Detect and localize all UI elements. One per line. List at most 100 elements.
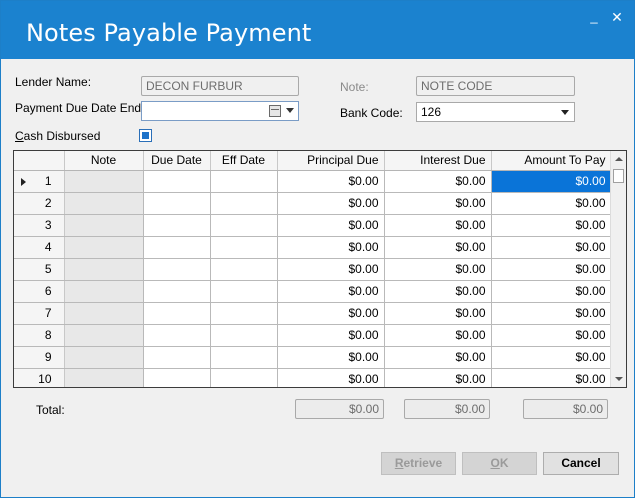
minimize-button[interactable]: _ — [584, 7, 604, 27]
table-row[interactable]: 10 $0.00 $0.00 $0.00 — [14, 368, 612, 387]
cell-due-date[interactable] — [143, 368, 211, 387]
cell-note[interactable] — [64, 214, 144, 237]
cell-amount-to-pay[interactable]: $0.00 — [491, 346, 612, 369]
row-header[interactable]: 8 — [14, 324, 65, 347]
cell-principal-due[interactable]: $0.00 — [277, 236, 385, 259]
cell-note[interactable] — [64, 302, 144, 325]
row-header[interactable]: 3 — [14, 214, 65, 237]
payment-due-date-end-picker[interactable] — [141, 101, 299, 121]
cell-note[interactable] — [64, 324, 144, 347]
cell-note[interactable] — [64, 280, 144, 303]
cell-note[interactable] — [64, 258, 144, 281]
cell-interest-due[interactable]: $0.00 — [384, 192, 492, 215]
retrieve-button[interactable]: Retrieve — [381, 452, 456, 475]
table-row[interactable]: 1 $0.00 $0.00 $0.00 — [14, 170, 612, 193]
cell-principal-due[interactable]: $0.00 — [277, 258, 385, 281]
cell-interest-due[interactable]: $0.00 — [384, 280, 492, 303]
cell-eff-date[interactable] — [210, 192, 278, 215]
cell-principal-due[interactable]: $0.00 — [277, 192, 385, 215]
ok-button[interactable]: OK — [462, 452, 537, 475]
cell-interest-due[interactable]: $0.00 — [384, 368, 492, 387]
grid-vertical-scrollbar[interactable] — [610, 151, 626, 387]
cell-due-date[interactable] — [143, 302, 211, 325]
cell-principal-due[interactable]: $0.00 — [277, 324, 385, 347]
row-header[interactable]: 9 — [14, 346, 65, 369]
table-row[interactable]: 7 $0.00 $0.00 $0.00 — [14, 302, 612, 325]
cell-due-date[interactable] — [143, 170, 211, 193]
column-header-eff-date[interactable]: Eff Date — [210, 151, 278, 171]
cell-amount-to-pay[interactable]: $0.00 — [491, 368, 612, 387]
cell-interest-due[interactable]: $0.00 — [384, 346, 492, 369]
table-row[interactable]: 4 $0.00 $0.00 $0.00 — [14, 236, 612, 259]
cell-note[interactable] — [64, 346, 144, 369]
cell-interest-due[interactable]: $0.00 — [384, 258, 492, 281]
cell-principal-due[interactable]: $0.00 — [277, 170, 385, 193]
cell-note[interactable] — [64, 170, 144, 193]
scroll-down-arrow-icon[interactable] — [615, 377, 623, 381]
cell-amount-to-pay[interactable]: $0.00 — [491, 280, 612, 303]
row-header[interactable]: 6 — [14, 280, 65, 303]
table-row[interactable]: 5 $0.00 $0.00 $0.00 — [14, 258, 612, 281]
chevron-down-icon[interactable] — [286, 108, 294, 113]
cell-amount-to-pay[interactable]: $0.00 — [491, 258, 612, 281]
row-header[interactable]: 10 — [14, 368, 65, 387]
calendar-icon[interactable] — [269, 105, 281, 117]
column-header-note[interactable]: Note — [64, 151, 144, 171]
cell-amount-to-pay[interactable]: $0.00 — [491, 192, 612, 215]
cell-due-date[interactable] — [143, 214, 211, 237]
cell-principal-due[interactable]: $0.00 — [277, 280, 385, 303]
close-button[interactable]: ✕ — [607, 7, 627, 27]
row-header[interactable]: 2 — [14, 192, 65, 215]
column-header-interest-due[interactable]: Interest Due — [384, 151, 492, 171]
row-header[interactable]: 5 — [14, 258, 65, 281]
scroll-up-arrow-icon[interactable] — [615, 157, 623, 161]
cell-interest-due[interactable]: $0.00 — [384, 214, 492, 237]
cell-principal-due[interactable]: $0.00 — [277, 346, 385, 369]
cell-eff-date[interactable] — [210, 170, 278, 193]
bank-code-select[interactable]: 126 — [416, 102, 575, 122]
cell-eff-date[interactable] — [210, 324, 278, 347]
table-row[interactable]: 9 $0.00 $0.00 $0.00 — [14, 346, 612, 369]
row-header[interactable]: 7 — [14, 302, 65, 325]
cell-amount-to-pay[interactable]: $0.00 — [491, 302, 612, 325]
cell-note[interactable] — [64, 236, 144, 259]
cell-principal-due[interactable]: $0.00 — [277, 368, 385, 387]
cell-due-date[interactable] — [143, 258, 211, 281]
column-header-amount-to-pay[interactable]: Amount To Pay — [491, 151, 612, 171]
cell-due-date[interactable] — [143, 280, 211, 303]
cell-due-date[interactable] — [143, 192, 211, 215]
cell-interest-due[interactable]: $0.00 — [384, 236, 492, 259]
column-header-principal-due[interactable]: Principal Due — [277, 151, 385, 171]
row-header[interactable]: 4 — [14, 236, 65, 259]
cell-eff-date[interactable] — [210, 368, 278, 387]
cell-due-date[interactable] — [143, 346, 211, 369]
cancel-button[interactable]: Cancel — [543, 452, 619, 475]
cell-note[interactable] — [64, 192, 144, 215]
cell-amount-to-pay[interactable]: $0.00 — [491, 170, 612, 193]
cell-eff-date[interactable] — [210, 258, 278, 281]
chevron-down-icon[interactable] — [561, 110, 569, 115]
table-row[interactable]: 3 $0.00 $0.00 $0.00 — [14, 214, 612, 237]
cell-eff-date[interactable] — [210, 302, 278, 325]
cell-amount-to-pay[interactable]: $0.00 — [491, 236, 612, 259]
cell-interest-due[interactable]: $0.00 — [384, 324, 492, 347]
cell-due-date[interactable] — [143, 236, 211, 259]
cell-due-date[interactable] — [143, 324, 211, 347]
table-row[interactable]: 6 $0.00 $0.00 $0.00 — [14, 280, 612, 303]
cell-principal-due[interactable]: $0.00 — [277, 214, 385, 237]
scroll-thumb[interactable] — [613, 169, 624, 183]
cell-principal-due[interactable]: $0.00 — [277, 302, 385, 325]
cell-amount-to-pay[interactable]: $0.00 — [491, 214, 612, 237]
cash-disbursed-checkbox[interactable] — [139, 129, 152, 142]
cell-interest-due[interactable]: $0.00 — [384, 170, 492, 193]
cell-amount-to-pay[interactable]: $0.00 — [491, 324, 612, 347]
table-row[interactable]: 8 $0.00 $0.00 $0.00 — [14, 324, 612, 347]
table-row[interactable]: 2 $0.00 $0.00 $0.00 — [14, 192, 612, 215]
cell-eff-date[interactable] — [210, 214, 278, 237]
cell-note[interactable] — [64, 368, 144, 387]
cell-interest-due[interactable]: $0.00 — [384, 302, 492, 325]
cell-eff-date[interactable] — [210, 346, 278, 369]
row-header[interactable]: 1 — [14, 170, 65, 193]
column-header-due-date[interactable]: Due Date — [143, 151, 211, 171]
cell-eff-date[interactable] — [210, 236, 278, 259]
